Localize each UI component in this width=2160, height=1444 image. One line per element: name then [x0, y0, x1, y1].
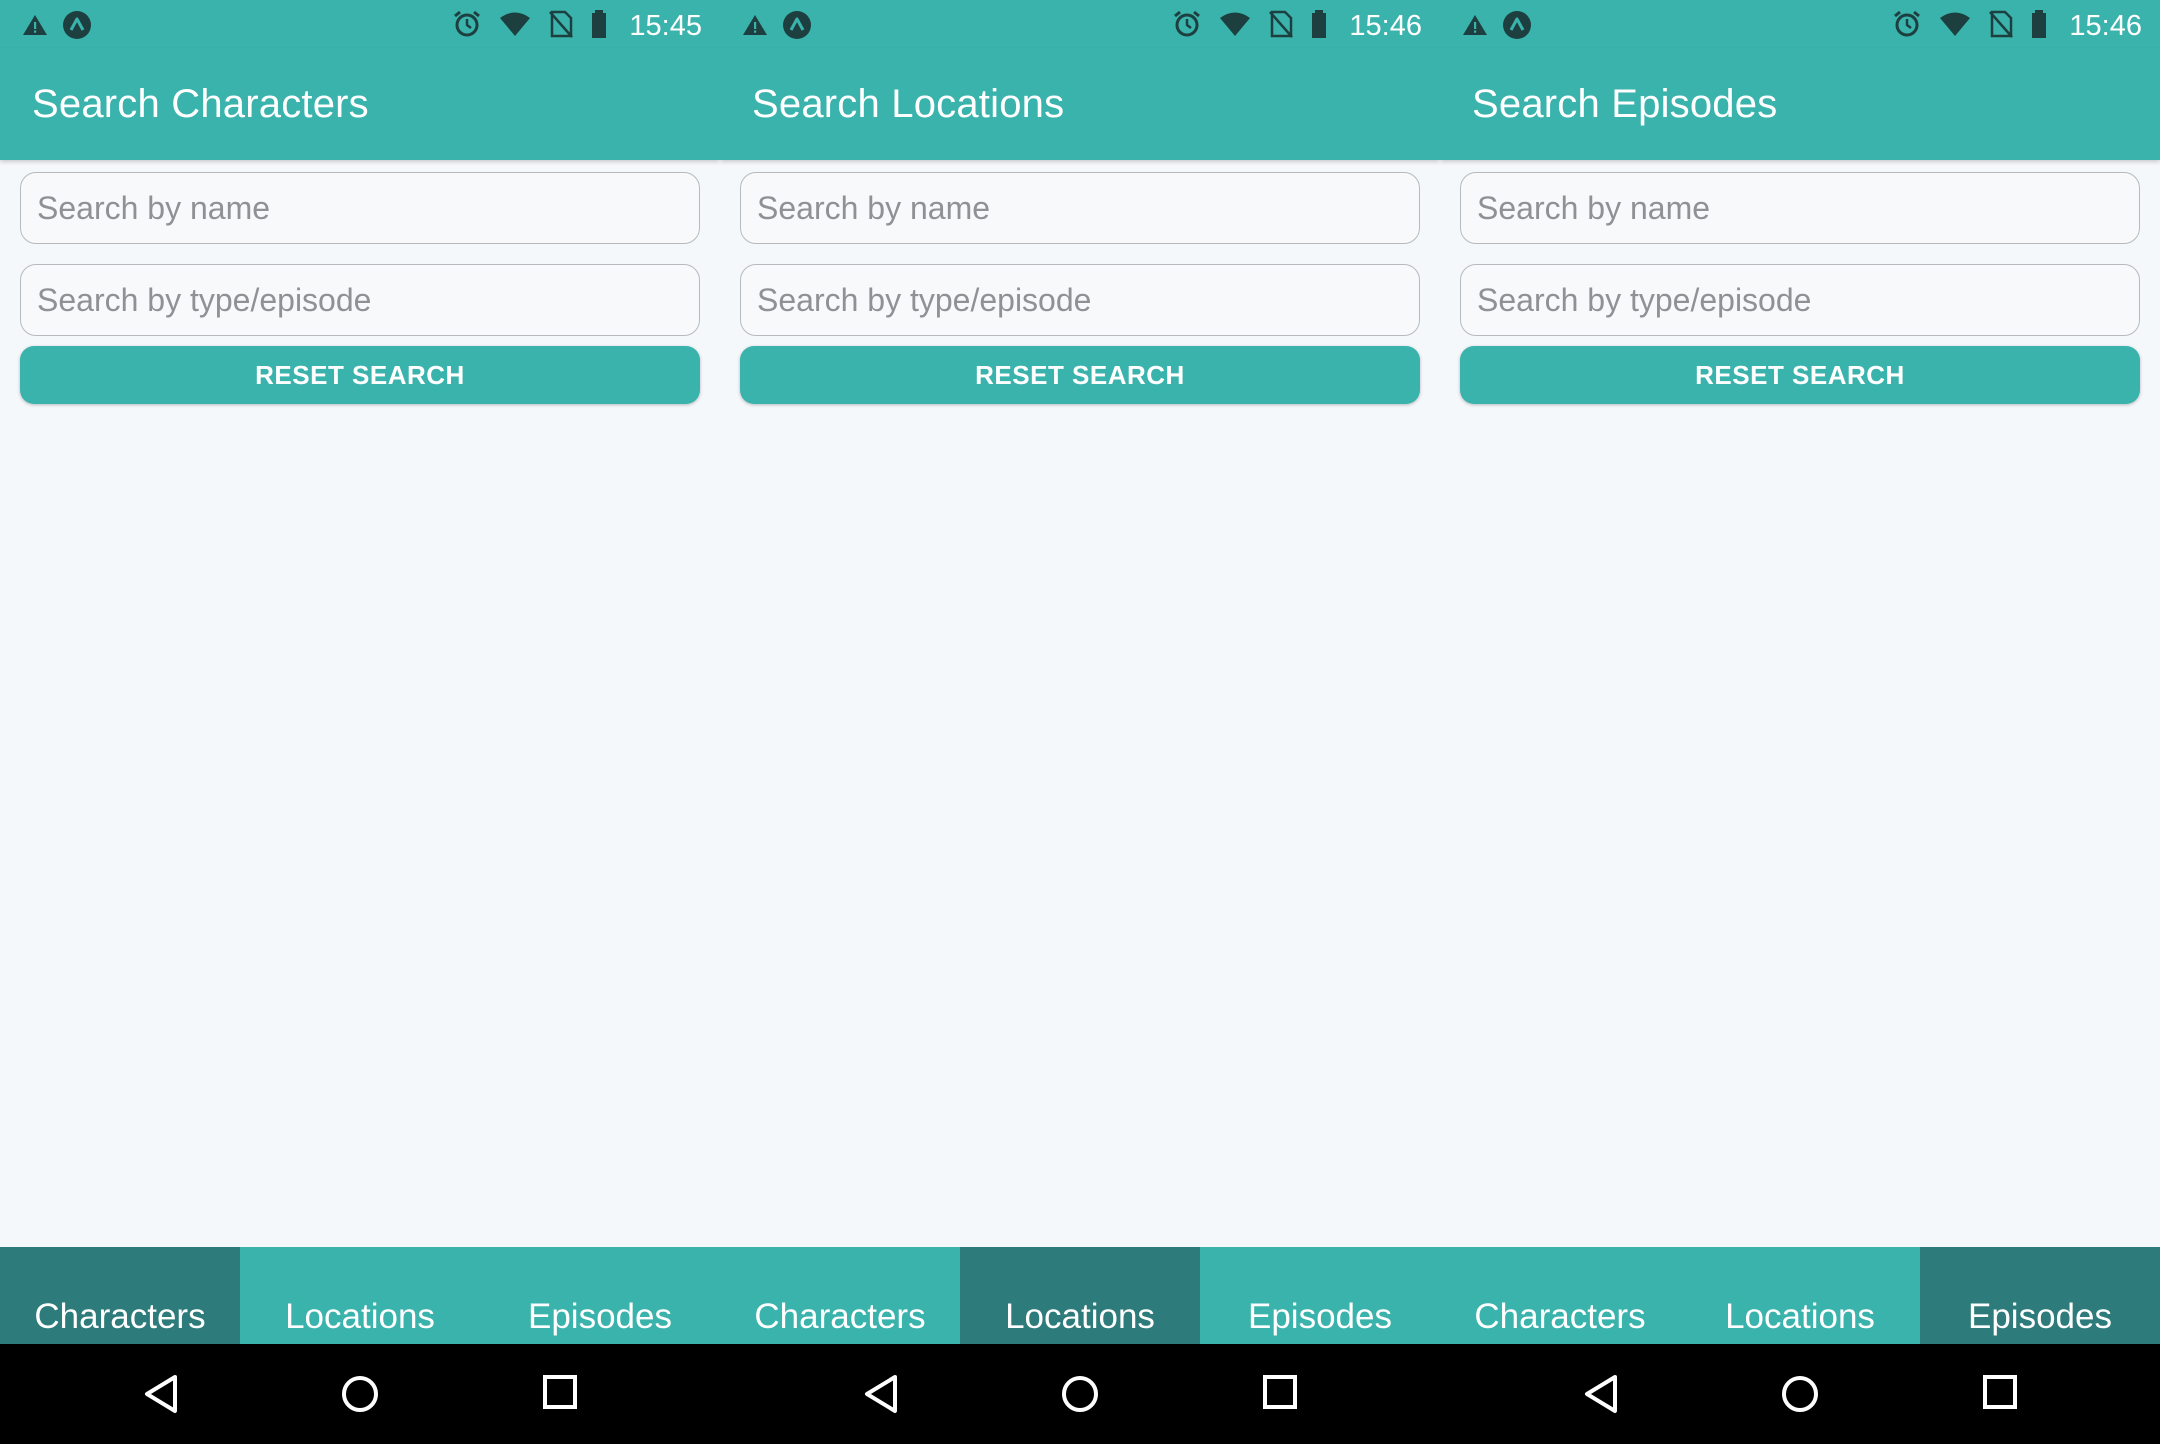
- battery-icon: [2031, 10, 2047, 42]
- back-icon[interactable]: [1583, 1374, 1619, 1418]
- search-type-field[interactable]: [1460, 264, 2140, 336]
- recents-icon[interactable]: [542, 1374, 578, 1414]
- back-icon[interactable]: [863, 1374, 899, 1418]
- home-icon[interactable]: [340, 1374, 380, 1418]
- home-icon[interactable]: [1780, 1374, 1820, 1418]
- search-name-field[interactable]: [740, 172, 1420, 244]
- tab-characters[interactable]: Characters: [720, 1247, 960, 1344]
- wifi-icon: [499, 11, 531, 41]
- phone-screen-locations: 15:46 Search Locations RESET SEARCH Char…: [720, 0, 1440, 1444]
- status-bar: 15:45: [0, 0, 720, 48]
- warning-icon: [22, 13, 48, 41]
- no-sim-icon: [1269, 10, 1294, 42]
- bottom-tab-bar: Characters Locations Episodes: [1440, 1247, 2160, 1344]
- wifi-icon: [1939, 11, 1971, 41]
- search-name-input[interactable]: [741, 173, 1419, 243]
- reset-search-button[interactable]: RESET SEARCH: [20, 346, 700, 404]
- search-type-field[interactable]: [740, 264, 1420, 336]
- reset-search-button[interactable]: RESET SEARCH: [1460, 346, 2140, 404]
- recents-icon[interactable]: [1982, 1374, 2018, 1414]
- reset-search-button[interactable]: RESET SEARCH: [740, 346, 1420, 404]
- phone-screen-episodes: 15:46 Search Episodes RESET SEARCH Chara…: [1440, 0, 2160, 1444]
- page-title: Search Episodes: [1472, 82, 1778, 126]
- alarm-icon: [453, 10, 481, 42]
- tab-episodes[interactable]: Episodes: [480, 1247, 720, 1344]
- search-name-field[interactable]: [1460, 172, 2140, 244]
- app-bar: Search Episodes: [1440, 48, 2160, 160]
- battery-icon: [1311, 10, 1327, 42]
- no-sim-icon: [549, 10, 574, 42]
- app-notification-icon: [62, 10, 92, 44]
- wifi-icon: [1219, 11, 1251, 41]
- bottom-tab-bar: Characters Locations Episodes: [0, 1247, 720, 1344]
- app-notification-icon: [782, 10, 812, 44]
- tab-locations[interactable]: Locations: [1680, 1247, 1920, 1344]
- tab-characters[interactable]: Characters: [0, 1247, 240, 1344]
- alarm-icon: [1893, 10, 1921, 42]
- system-nav-bar: [1440, 1344, 2160, 1444]
- tab-episodes[interactable]: Episodes: [1200, 1247, 1440, 1344]
- search-type-input[interactable]: [1461, 265, 2139, 335]
- status-bar: 15:46: [1440, 0, 2160, 48]
- status-time: 15:46: [2069, 10, 2142, 42]
- no-sim-icon: [1989, 10, 2014, 42]
- warning-icon: [1462, 13, 1488, 41]
- search-type-input[interactable]: [21, 265, 699, 335]
- back-icon[interactable]: [143, 1374, 179, 1418]
- recents-icon[interactable]: [1262, 1374, 1298, 1414]
- tab-episodes[interactable]: Episodes: [1920, 1247, 2160, 1344]
- system-nav-bar: [0, 1344, 720, 1444]
- home-icon[interactable]: [1060, 1374, 1100, 1418]
- app-bar: Search Characters: [0, 48, 720, 160]
- phone-screen-characters: 15:45 Search Characters RESET SEARCH Cha…: [0, 0, 720, 1444]
- app-bar: Search Locations: [720, 48, 1440, 160]
- bottom-tab-bar: Characters Locations Episodes: [720, 1247, 1440, 1344]
- status-bar: 15:46: [720, 0, 1440, 48]
- search-name-input[interactable]: [21, 173, 699, 243]
- search-type-input[interactable]: [741, 265, 1419, 335]
- screenshot-stage: 15:45 Search Characters RESET SEARCH Cha…: [0, 0, 2160, 1444]
- page-title: Search Characters: [32, 82, 369, 126]
- status-time: 15:46: [1349, 10, 1422, 42]
- page-title: Search Locations: [752, 82, 1065, 126]
- battery-icon: [591, 10, 607, 42]
- status-time: 15:45: [629, 10, 702, 42]
- system-nav-bar: [720, 1344, 1440, 1444]
- tab-locations[interactable]: Locations: [240, 1247, 480, 1344]
- warning-icon: [742, 13, 768, 41]
- search-name-input[interactable]: [1461, 173, 2139, 243]
- tab-characters[interactable]: Characters: [1440, 1247, 1680, 1344]
- alarm-icon: [1173, 10, 1201, 42]
- app-notification-icon: [1502, 10, 1532, 44]
- search-type-field[interactable]: [20, 264, 700, 336]
- tab-locations[interactable]: Locations: [960, 1247, 1200, 1344]
- search-name-field[interactable]: [20, 172, 700, 244]
